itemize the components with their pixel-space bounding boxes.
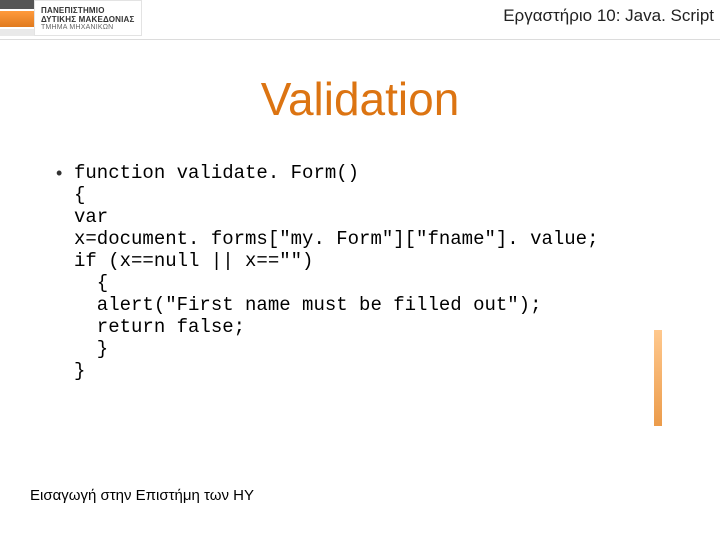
header: ΠΑΝΕΠΙΣΤΗΜΙΟ ΔΥΤΙΚΗΣ ΜΑΚΕΔΟΝΙΑΣ ΤΜΗΜΑ ΜΗ… bbox=[0, 0, 720, 40]
slide: ΠΑΝΕΠΙΣΤΗΜΙΟ ΔΥΤΙΚΗΣ ΜΑΚΕΔΟΝΙΑΣ ΤΜΗΜΑ ΜΗ… bbox=[0, 0, 720, 540]
logo-mark bbox=[0, 0, 34, 36]
body: • function validate. Form() { var x=docu… bbox=[56, 162, 664, 382]
footer-text: Εισαγωγή στην Επιστήμη των ΗΥ bbox=[30, 487, 254, 504]
logo-text: ΠΑΝΕΠΙΣΤΗΜΙΟ ΔΥΤΙΚΗΣ ΜΑΚΕΔΟΝΙΑΣ ΤΜΗΜΑ ΜΗ… bbox=[34, 0, 142, 36]
university-logo: ΠΑΝΕΠΙΣΤΗΜΙΟ ΔΥΤΙΚΗΣ ΜΑΚΕΔΟΝΙΑΣ ΤΜΗΜΑ ΜΗ… bbox=[0, 0, 142, 36]
logo-line2: ΔΥΤΙΚΗΣ ΜΑΚΕΔΟΝΙΑΣ bbox=[41, 15, 135, 24]
logo-line1: ΠΑΝΕΠΙΣΤΗΜΙΟ bbox=[41, 6, 135, 15]
logo-line3: ΤΜΗΜΑ ΜΗΧΑΝΙΚΩΝ bbox=[41, 24, 135, 31]
bullet-icon: • bbox=[56, 162, 74, 184]
page-title: Validation bbox=[0, 72, 720, 126]
bullet-item: • function validate. Form() { var x=docu… bbox=[56, 162, 664, 382]
decorative-stripe bbox=[654, 330, 662, 426]
code-block: function validate. Form() { var x=docume… bbox=[74, 162, 599, 382]
lab-title: Εργαστήριο 10: Java. Script bbox=[503, 6, 714, 26]
